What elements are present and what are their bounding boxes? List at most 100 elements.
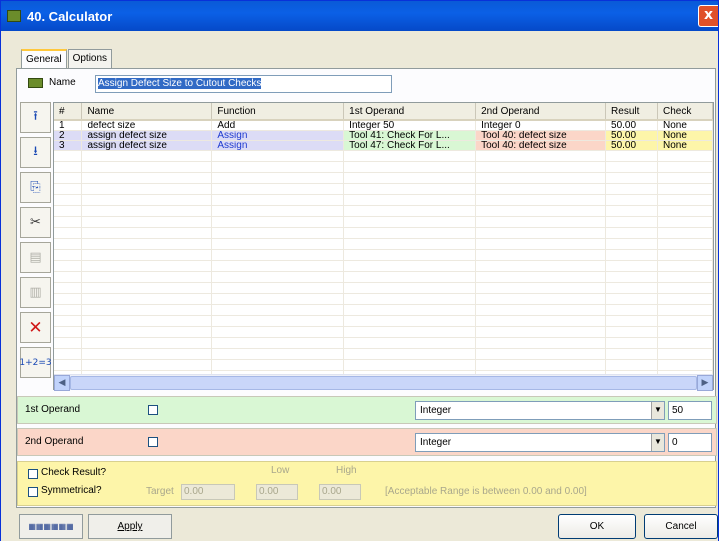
chevron-down-icon[interactable]: ▼ [651,402,664,419]
operand1-value-input[interactable]: 50 [668,401,712,420]
acceptable-range-text: [Acceptable Range is between 0.00 and 0.… [385,486,587,497]
row-toolbar: ⭱ ⭳ ⎘ ✂ ▤ ▥ ✕ 1+2=3 [19,102,53,388]
close-button[interactable]: x [698,5,718,27]
empty-row [54,282,713,294]
cell-name: defect size [81,120,213,131]
insert-row-above-icon[interactable]: ⭱ [20,102,51,133]
symmetrical-checkbox[interactable] [28,487,38,497]
scroll-left-icon[interactable]: ◀ [54,375,70,391]
tab-strip: General Options [21,49,113,69]
col-header-num[interactable]: # [54,103,83,121]
cell-op2: Tool 40: defect size [475,140,607,151]
high-input: 0.00 [319,484,361,500]
table-row[interactable]: 3 assign defect size Assign Tool 47: Che… [54,140,713,151]
low-input: 0.00 [256,484,298,500]
title-bar: 40. Calculator x [1,1,718,31]
name-label: Name [49,77,76,88]
table-row[interactable]: 2 assign defect size Assign Tool 41: Che… [54,130,713,141]
empty-row [54,337,713,349]
check-result-panel: Check Result? Symmetrical? Low High Targ… [17,461,717,506]
operand2-row: 2nd Operand Integer ▼ 0 [17,428,717,456]
tab-options[interactable]: Options [67,49,113,68]
check-result-label: Check Result? [41,467,107,478]
cell-num: 2 [54,130,83,141]
empty-row [54,238,713,250]
empty-row [54,348,713,360]
paste-special-icon: ▥ [20,277,51,308]
calculator-window: 40. Calculator x General Options Name As… [0,0,719,541]
col-header-op2[interactable]: 2nd Operand [475,103,607,121]
empty-row [54,304,713,316]
empty-row [54,359,713,371]
cell-name: assign defect size [81,140,213,151]
operand2-value-input[interactable]: 0 [668,433,712,452]
operand1-label: 1st Operand [25,404,81,415]
scroll-right-icon[interactable]: ▶ [697,375,713,391]
col-header-result[interactable]: Result [605,103,658,121]
empty-row [54,150,713,162]
insert-expression-icon[interactable]: 1+2=3 [19,347,52,378]
empty-row [54,194,713,206]
cell-check: None [657,140,713,151]
check-result-checkbox[interactable] [28,469,38,479]
empty-row [54,161,713,173]
delete-row-icon[interactable]: ✕ [20,312,51,343]
cell-op2: Integer 0 [475,120,607,131]
operand2-checkbox[interactable] [148,437,158,447]
col-header-name[interactable]: Name [81,103,213,121]
empty-row [54,293,713,305]
cell-result: 50.00 [605,140,658,151]
operand2-type-value: Integer [420,437,452,448]
operand2-type-select[interactable]: Integer ▼ [415,433,665,452]
empty-row [54,227,713,239]
cell-num: 1 [54,120,83,131]
copy-icon[interactable]: ⎘ [20,172,51,203]
cell-result: 50.00 [605,120,658,131]
name-input-value: Assign Defect Size to Cutout Checks [98,78,262,89]
apply-button[interactable]: Apply [88,514,172,539]
button-bar: ▦▦▦▦▦▦ Apply OK Cancel [1,511,718,541]
table-row[interactable]: 1 defect size Add Integer 50 Integer 0 5… [54,120,713,131]
cell-op1: Integer 50 [343,120,477,131]
tab-general[interactable]: General [21,49,67,69]
operand2-label: 2nd Operand [25,436,84,447]
col-header-check[interactable]: Check [657,103,713,121]
operand1-row: 1st Operand Integer ▼ 50 [17,396,717,424]
cell-check: None [657,120,713,131]
cell-op2: Tool 40: defect size [475,130,607,141]
keypad-icon[interactable]: ▦▦▦▦▦▦ [19,514,83,539]
target-input: 0.00 [181,484,235,500]
operand1-type-value: Integer [420,405,452,416]
cell-check: None [657,130,713,141]
cell-op1: Tool 41: Check For L... [343,130,477,141]
chevron-down-icon[interactable]: ▼ [651,434,664,451]
cut-icon[interactable]: ✂ [20,207,51,238]
col-header-function[interactable]: Function [211,103,345,121]
scroll-thumb[interactable] [70,376,697,390]
empty-row [54,183,713,195]
name-input[interactable]: Assign Defect Size to Cutout Checks [95,75,392,93]
calculator-icon [28,77,43,88]
cell-op1: Tool 47: Check For L... [343,140,477,151]
cell-function: Assign [211,140,345,151]
cancel-button[interactable]: Cancel [644,514,718,539]
col-header-op1[interactable]: 1st Operand [343,103,477,121]
empty-row [54,260,713,272]
low-label: Low [271,465,290,476]
empty-row [54,326,713,338]
high-label: High [336,465,357,476]
ok-button[interactable]: OK [558,514,636,539]
insert-row-below-icon[interactable]: ⭳ [20,137,51,168]
paste-icon: ▤ [20,242,51,273]
horizontal-scrollbar[interactable]: ◀ ▶ [54,374,713,391]
target-label: Target [146,486,174,497]
window-title: 40. Calculator [27,8,113,24]
empty-row [54,271,713,283]
cell-num: 3 [54,140,83,151]
operand1-checkbox[interactable] [148,405,158,415]
empty-row [54,216,713,228]
calculator-app-icon [7,10,21,22]
table-header: # Name Function 1st Operand 2nd Operand … [54,103,713,121]
operand1-type-select[interactable]: Integer ▼ [415,401,665,420]
empty-row [54,249,713,261]
